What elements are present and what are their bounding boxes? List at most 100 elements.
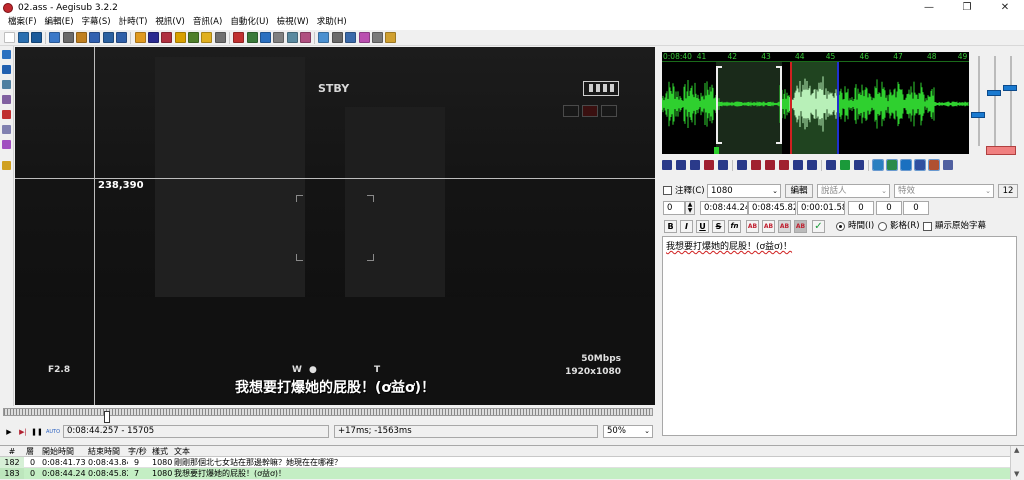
audio-control-icon[interactable] <box>928 159 940 171</box>
toolbar-tool-icon[interactable] <box>49 32 61 43</box>
bold-button[interactable]: B <box>664 220 677 233</box>
toolbar-tool-icon[interactable] <box>17 32 29 43</box>
menu-view[interactable]: 檢視(W) <box>273 15 313 30</box>
autoscroll-button[interactable]: AUTO <box>46 427 60 437</box>
play-line-button[interactable]: ▶| <box>18 427 28 437</box>
shadow-color-button[interactable]: AB <box>794 220 807 233</box>
seek-thumb[interactable] <box>104 411 110 423</box>
audio-control-icon[interactable] <box>718 160 728 170</box>
toolbar-tool-icon[interactable] <box>76 32 88 43</box>
audio-control-icon[interactable] <box>779 160 789 170</box>
menu-edit[interactable]: 編輯(E) <box>41 15 78 30</box>
header-text[interactable]: 文本 <box>174 446 204 457</box>
audio-control-icon[interactable] <box>807 160 817 170</box>
audio-control-icon[interactable] <box>840 160 850 170</box>
minimize-button[interactable]: — <box>910 0 948 15</box>
visual-tool-icon[interactable] <box>2 95 11 104</box>
time-radio[interactable] <box>836 222 845 231</box>
toolbar-tool-icon[interactable] <box>174 32 186 43</box>
visual-tool-icon[interactable] <box>2 110 11 119</box>
visual-tool-icon[interactable] <box>2 65 11 74</box>
audio-control-icon[interactable] <box>737 160 747 170</box>
edit-style-button[interactable]: 編輯 <box>785 184 813 198</box>
toolbar-tool-icon[interactable] <box>331 32 343 43</box>
actor-field[interactable]: 說話人 ⌄ <box>817 184 890 198</box>
audio-control-icon[interactable] <box>662 160 672 170</box>
play-button[interactable]: ▶ <box>4 427 14 437</box>
visual-tool-icon[interactable] <box>2 161 11 170</box>
visual-tool-icon[interactable] <box>2 50 11 59</box>
menu-audio[interactable]: 音訊(A) <box>189 15 226 30</box>
video-position-field[interactable]: 0:08:44.257 - 15705 <box>63 425 329 438</box>
video-display[interactable]: 238,390 STBY F2.8 W ● T 50Mbps 1920x1080… <box>15 47 655 405</box>
toolbar-tool-icon[interactable] <box>188 32 200 43</box>
toolbar-tool-icon[interactable] <box>273 32 285 43</box>
link-volume-button[interactable] <box>986 146 1016 155</box>
header-end[interactable]: 結束時間 <box>88 446 132 457</box>
subtitle-text-editor[interactable]: 我想要打爆她的屁股！(ơ益ơ)！ <box>662 236 1017 436</box>
audio-control-icon[interactable] <box>751 160 761 170</box>
audio-control-icon[interactable] <box>676 160 686 170</box>
volume-slider[interactable] <box>1010 56 1012 146</box>
style-select[interactable]: 1080 ⌄ <box>707 184 781 198</box>
selection-right-bracket[interactable] <box>776 66 782 144</box>
audio-control-icon[interactable] <box>793 160 803 170</box>
audio-waveform[interactable]: 0:08:40 41 42 43 44 45 46 47 48 49 <box>662 52 969 154</box>
visual-tool-icon[interactable] <box>2 80 11 89</box>
toolbar-tool-icon[interactable] <box>300 32 312 43</box>
toolbar-tool-icon[interactable] <box>116 32 128 43</box>
font-button[interactable]: fn <box>728 220 741 233</box>
show-original-checkbox[interactable] <box>923 222 932 231</box>
margin-right-field[interactable]: 0 <box>876 201 902 215</box>
table-row-active[interactable]: 183 0 0:08:44.24 0:08:45.82 7 1080 我想要打爆… <box>0 468 1010 479</box>
selection-left-bracket[interactable] <box>716 66 722 144</box>
line-start-marker[interactable] <box>790 62 792 154</box>
header-number[interactable]: # <box>0 446 24 457</box>
audio-control-icon[interactable] <box>826 160 836 170</box>
duration-field[interactable]: 0:00:01.58 <box>797 201 845 215</box>
italic-button[interactable]: I <box>680 220 693 233</box>
layer-field[interactable]: 0 <box>663 201 685 215</box>
scroll-down-icon[interactable]: ▼ <box>1014 470 1019 478</box>
toolbar-tool-icon[interactable] <box>147 32 159 43</box>
toolbar-tool-icon[interactable] <box>161 32 173 43</box>
maximize-button[interactable]: ❐ <box>948 0 986 15</box>
menu-subtitle[interactable]: 字幕(S) <box>78 15 115 30</box>
line-end-marker[interactable] <box>837 62 839 154</box>
toolbar-tool-icon[interactable] <box>102 32 114 43</box>
layer-spin-icon[interactable]: ▲ ▼ <box>685 201 695 215</box>
toolbar-tool-icon[interactable] <box>62 32 74 43</box>
toolbar-tool-icon[interactable] <box>286 32 298 43</box>
vertical-zoom-thumb[interactable] <box>987 90 1001 96</box>
toolbar-tool-icon[interactable] <box>345 32 357 43</box>
header-start[interactable]: 開始時間 <box>42 446 86 457</box>
toolbar-tool-icon[interactable] <box>134 32 146 43</box>
comment-checkbox[interactable] <box>663 186 672 195</box>
pause-button[interactable]: ❚❚ <box>31 427 43 437</box>
margin-vertical-field[interactable]: 0 <box>903 201 929 215</box>
toolbar-tool-icon[interactable] <box>4 32 16 43</box>
video-zoom-select[interactable]: 50% ⌄ <box>603 425 653 438</box>
strikeout-button[interactable]: S <box>712 220 725 233</box>
menu-file[interactable]: 檔案(F) <box>4 15 41 30</box>
toolbar-tool-icon[interactable] <box>89 32 101 43</box>
horizontal-zoom-thumb[interactable] <box>971 112 985 118</box>
toolbar-tool-icon[interactable] <box>30 32 42 43</box>
toolbar-tool-icon[interactable] <box>259 32 271 43</box>
audio-control-icon[interactable] <box>872 159 884 171</box>
table-row[interactable]: 182 0 0:08:41.73 0:08:43.84 9 1080 剛剛那個北… <box>0 457 1010 468</box>
audio-control-icon[interactable] <box>690 160 700 170</box>
video-seek-bar[interactable] <box>3 408 653 416</box>
audio-control-icon[interactable] <box>886 159 898 171</box>
menu-help[interactable]: 求助(H) <box>313 15 351 30</box>
toolbar-tool-icon[interactable] <box>371 32 383 43</box>
volume-thumb[interactable] <box>1003 85 1017 91</box>
start-time-field[interactable]: 0:08:44.24 <box>700 201 748 215</box>
grid-scrollbar[interactable]: ▲ ▼ <box>1010 446 1024 480</box>
menu-video[interactable]: 視訊(V) <box>151 15 188 30</box>
menu-timing[interactable]: 計時(T) <box>115 15 152 30</box>
audio-control-icon[interactable] <box>900 159 912 171</box>
toolbar-tool-icon[interactable] <box>246 32 258 43</box>
toolbar-tool-icon[interactable] <box>318 32 330 43</box>
toolbar-tool-icon[interactable] <box>201 32 213 43</box>
